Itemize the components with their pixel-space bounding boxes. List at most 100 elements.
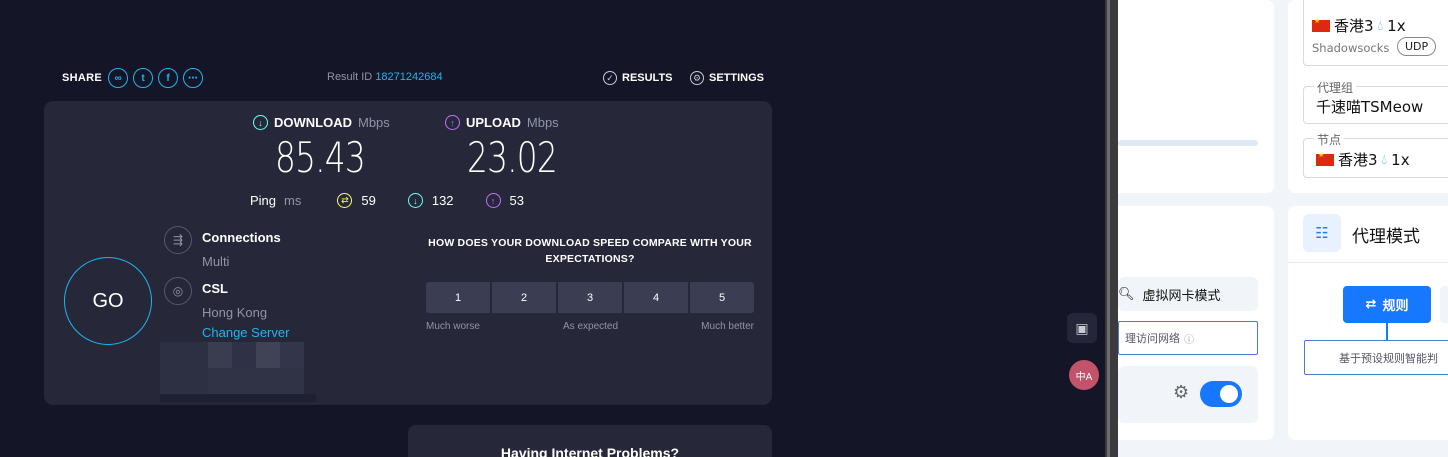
proxy-group-value: 千速喵TSMeow bbox=[1316, 98, 1424, 116]
download-unit: Mbps bbox=[358, 115, 390, 130]
help-icon: ⓘ bbox=[1184, 334, 1194, 346]
router-icon: ☷ bbox=[1303, 214, 1341, 252]
share-label: SHARE bbox=[62, 72, 103, 84]
expectation-question: HOW DOES YOUR DOWNLOAD SPEED COMPARE WIT… bbox=[428, 237, 752, 265]
upload-value: 23.02 bbox=[467, 133, 558, 182]
ping-idle: ⇄ 59 bbox=[337, 193, 376, 208]
ping-download-value: 132 bbox=[431, 193, 454, 208]
current-node-card[interactable]: 香港3 💧︎ 1x Shadowsocks UDP bbox=[1303, 0, 1448, 66]
ping-upload: ↑ 53 bbox=[485, 193, 525, 208]
results-button[interactable]: ✓ RESULTS bbox=[603, 71, 673, 85]
mode-connector bbox=[1386, 323, 1388, 340]
upload-latency-icon: ↑ bbox=[485, 193, 501, 208]
upload-unit: Mbps bbox=[526, 115, 559, 130]
upload-header: ↑ UPLOAD Mbps bbox=[445, 115, 559, 130]
speedtest-topbar: SHARE ∞ t f ⋯ Result ID 18271242684 ✓ RE… bbox=[62, 66, 768, 90]
vnic-mode-button[interactable]: 🔍︎ 虚拟网卡模式 bbox=[1118, 277, 1258, 311]
speedtest-window: SHARE ∞ t f ⋯ Result ID 18271242684 ✓ RE… bbox=[0, 0, 1105, 457]
rule-mode-button[interactable]: ⇄ 规则 bbox=[1343, 286, 1431, 323]
ping-label: Ping bbox=[250, 193, 277, 208]
udp-badge: UDP bbox=[1397, 37, 1437, 56]
proxy-group-legend: 代理组 bbox=[1314, 79, 1357, 96]
proxy-group-select[interactable]: 代理组 千速喵TSMeow bbox=[1303, 79, 1448, 124]
connections-icon: ⇶ bbox=[164, 226, 192, 254]
traffic-progress-bar bbox=[1118, 140, 1258, 146]
network-card: 🔍︎ 虚拟网卡模式 理访问网络 ⓘ ⚙ bbox=[1118, 206, 1274, 440]
current-node-line: 香港3 💧︎ 1x bbox=[1312, 15, 1406, 36]
check-icon: ✓ bbox=[603, 71, 617, 85]
connections-value: Multi bbox=[202, 254, 230, 269]
upload-label: UPLOAD bbox=[466, 115, 521, 130]
mode-description: 基于预设规则智能判 bbox=[1304, 340, 1448, 375]
ping-idle-value: 59 bbox=[361, 193, 376, 208]
server-name: CSL bbox=[202, 281, 228, 296]
water-drop-icon: 💧︎ bbox=[1377, 17, 1384, 34]
gear-icon: ⚙ bbox=[690, 71, 704, 85]
globe-icon: ◎ bbox=[164, 277, 192, 305]
china-flag-icon bbox=[1316, 151, 1334, 166]
connections-title: Connections bbox=[202, 230, 281, 245]
card-divider bbox=[1288, 262, 1448, 263]
rule-mode-label: 规则 bbox=[1382, 299, 1409, 314]
result-id-link[interactable]: 18271242684 bbox=[375, 71, 442, 83]
vnic-mode-label: 虚拟网卡模式 bbox=[1142, 288, 1221, 304]
vnic-hint: 理访问网络 bbox=[1125, 332, 1180, 345]
clash-window: 🔍︎ 虚拟网卡模式 理访问网络 ⓘ ⚙ 香港3 💧︎ 1x Shadowsock… bbox=[1118, 0, 1448, 457]
result-id: Result ID 18271242684 bbox=[327, 71, 443, 83]
rating-scale: 1 2 3 4 5 bbox=[426, 282, 754, 313]
download-value: 85.43 bbox=[275, 133, 366, 182]
global-mode-button[interactable] bbox=[1440, 286, 1448, 323]
rating-option[interactable]: 3 bbox=[558, 282, 622, 313]
ping-upload-value: 53 bbox=[509, 193, 525, 208]
node-name: 香港3 bbox=[1338, 151, 1378, 169]
more-share-icon[interactable]: ⋯ bbox=[183, 68, 204, 88]
proxy-node-card: 香港3 💧︎ 1x Shadowsocks UDP 代理组 千速喵TSMeow … bbox=[1288, 0, 1448, 193]
ping-download: ↓ 132 bbox=[407, 193, 454, 208]
rating-option[interactable]: 4 bbox=[624, 282, 688, 313]
qr-scan-icon[interactable]: ▣ bbox=[1067, 313, 1097, 343]
result-id-label: Result ID bbox=[327, 71, 373, 83]
internet-problems-card: Having Internet Problems? bbox=[408, 425, 772, 457]
server-location: Hong Kong bbox=[202, 305, 268, 320]
rating-labels: Much worse As expected Much better bbox=[426, 321, 754, 332]
download-latency-icon: ↓ bbox=[407, 193, 423, 208]
server-info: ◎ CSL Hong Kong Change Server bbox=[164, 277, 289, 340]
window-divider bbox=[1105, 0, 1118, 457]
vnic-hint-box: 理访问网络 ⓘ bbox=[1118, 321, 1258, 355]
service-row: ⚙ bbox=[1118, 366, 1258, 423]
results-panel: ↓ DOWNLOAD Mbps 85.43 ↑ UPLOAD Mbps 23.0… bbox=[44, 101, 772, 405]
idle-latency-icon: ⇄ bbox=[337, 193, 353, 208]
facebook-share-icon[interactable]: f bbox=[158, 68, 179, 88]
go-button[interactable]: GO bbox=[64, 257, 152, 345]
translate-icon[interactable]: 中A bbox=[1069, 360, 1099, 390]
download-arrow-icon: ↓ bbox=[253, 115, 268, 130]
node-protocol: Shadowsocks bbox=[1312, 41, 1390, 55]
rating-label-low: Much worse bbox=[426, 321, 480, 332]
rating-option[interactable]: 2 bbox=[492, 282, 556, 313]
node-select[interactable]: 节点 香港3 💧︎ 1x bbox=[1303, 131, 1448, 178]
node-multiplier: 1x bbox=[1391, 150, 1410, 169]
problems-title: Having Internet Problems? bbox=[500, 445, 680, 457]
gear-icon[interactable]: ⚙ bbox=[1173, 382, 1189, 403]
results-label: RESULTS bbox=[622, 72, 673, 84]
node-select-line: 香港3 💧︎ 1x bbox=[1316, 149, 1410, 170]
china-flag-icon bbox=[1312, 17, 1330, 32]
proxy-mode-card: ☷ 代理模式 ⇄ 规则 基于预设规则智能判 bbox=[1288, 206, 1448, 440]
swap-icon: ⇄ bbox=[1365, 297, 1377, 312]
water-drop-icon: 💧︎ bbox=[1381, 151, 1388, 168]
twitter-share-icon[interactable]: t bbox=[133, 68, 154, 88]
current-node-multiplier: 1x bbox=[1387, 16, 1406, 35]
settings-button[interactable]: ⚙ SETTINGS bbox=[690, 71, 764, 85]
rating-option[interactable]: 5 bbox=[690, 282, 754, 313]
rating-option[interactable]: 1 bbox=[426, 282, 490, 313]
rating-label-high: Much better bbox=[701, 321, 754, 332]
rating-label-mid: As expected bbox=[563, 321, 619, 332]
ping-row: Ping ms ⇄ 59 ↓ 132 ↑ 53 bbox=[250, 193, 556, 208]
link-share-icon[interactable]: ∞ bbox=[108, 68, 129, 88]
service-toggle[interactable] bbox=[1200, 381, 1242, 407]
connections-info: ⇶ Connections Multi bbox=[164, 226, 281, 269]
change-server-link[interactable]: Change Server bbox=[202, 325, 289, 340]
node-legend: 节点 bbox=[1314, 131, 1345, 148]
traffic-card bbox=[1118, 0, 1274, 193]
ping-unit: ms bbox=[284, 193, 302, 208]
